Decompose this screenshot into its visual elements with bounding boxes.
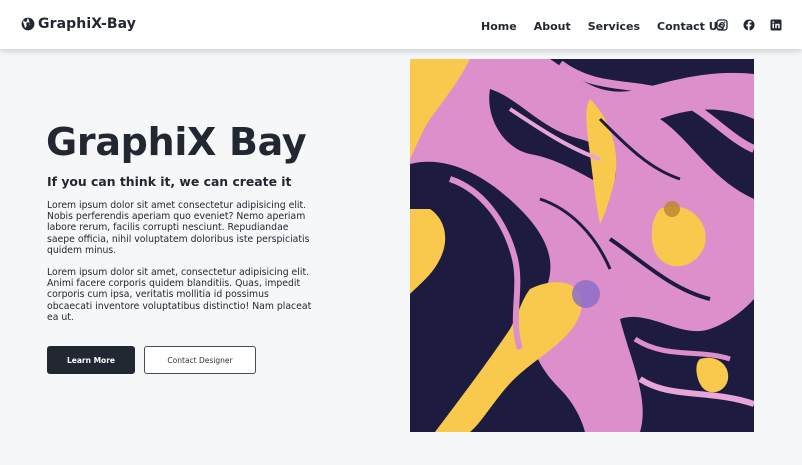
- navbar: GraphiX-Bay Home About Services Contact …: [0, 0, 802, 49]
- social-links: [716, 19, 782, 31]
- nav-link-home[interactable]: Home: [481, 20, 517, 33]
- nav-link-about[interactable]: About: [534, 20, 571, 33]
- hero-paragraph-2: Lorem ipsum dolor sit amet, consectetur …: [47, 267, 312, 323]
- hero-title: GraphiX Bay: [46, 120, 307, 164]
- brand-logo-icon: [21, 17, 35, 31]
- hero-subtitle: If you can think it, we can create it: [47, 174, 292, 189]
- contact-designer-button[interactable]: Contact Designer: [144, 346, 256, 374]
- brand-name: GraphiX-Bay: [38, 16, 137, 32]
- brand[interactable]: GraphiX-Bay: [21, 15, 136, 33]
- nav-link-services[interactable]: Services: [588, 20, 640, 33]
- instagram-icon[interactable]: [716, 19, 728, 31]
- hero-paragraph-1: Lorem ipsum dolor sit amet consectetur a…: [47, 200, 310, 256]
- learn-more-button[interactable]: Learn More: [47, 346, 135, 374]
- nav-links: Home About Services Contact Us: [481, 18, 724, 34]
- facebook-icon[interactable]: [743, 19, 755, 31]
- linkedin-icon[interactable]: [770, 19, 782, 31]
- nav-link-contact-us[interactable]: Contact Us: [657, 20, 724, 33]
- hero-abstract-art-image: [410, 59, 754, 432]
